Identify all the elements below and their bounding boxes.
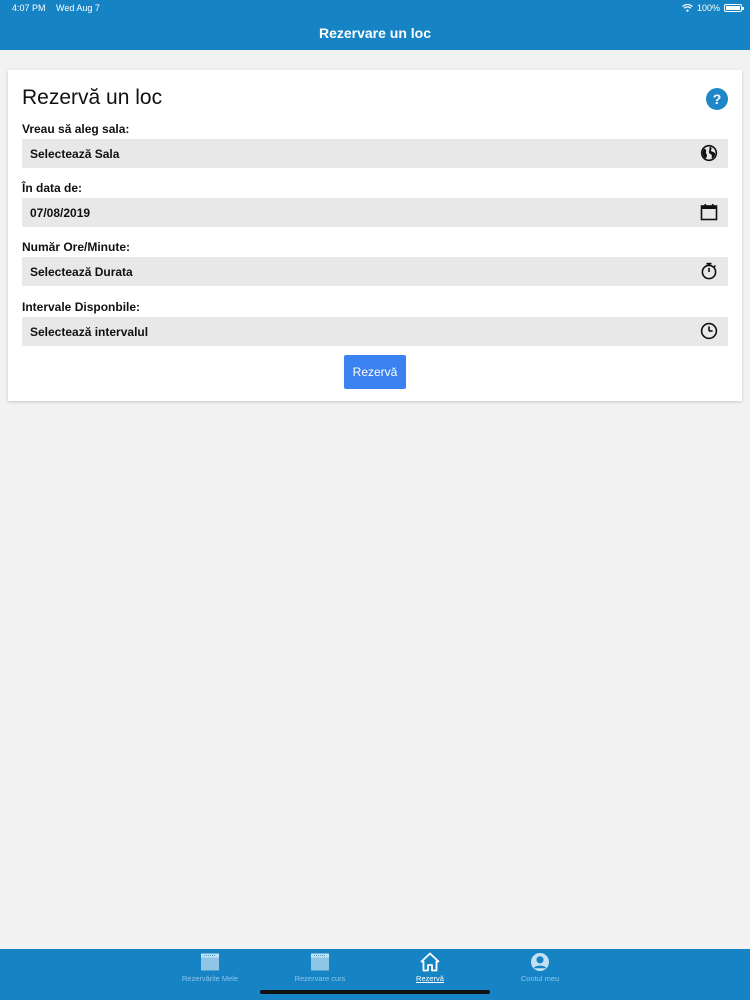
- tab-label: Contul meu: [520, 974, 560, 983]
- duration-value: Selectează Durata: [30, 265, 133, 279]
- date-field[interactable]: 07/08/2019: [22, 198, 728, 227]
- home-icon: [420, 952, 440, 972]
- status-bar-left: 4:07 PM Wed Aug 7: [12, 3, 108, 13]
- tab-reserve[interactable]: Rezervă: [375, 952, 485, 983]
- duration-select[interactable]: Selectează Durata: [22, 257, 728, 286]
- status-date: Wed Aug 7: [56, 3, 100, 13]
- tab-label: Rezervă: [416, 974, 444, 983]
- interval-select[interactable]: Selectează intervalul: [22, 317, 728, 346]
- clock-icon: [700, 322, 718, 340]
- globe-icon: [700, 144, 718, 162]
- screen: 4:07 PM Wed Aug 7 100% Rezervare un loc …: [0, 0, 750, 1000]
- room-label: Vreau să aleg sala:: [22, 122, 130, 136]
- home-indicator: [260, 990, 490, 994]
- date-value: 07/08/2019: [30, 206, 91, 220]
- calendar-tab-icon: [201, 953, 219, 971]
- tab-my-reservations[interactable]: Rezervările Mele: [155, 952, 265, 983]
- room-value: Selectează Sala: [30, 147, 120, 161]
- interval-label: Intervale Disponbile:: [22, 300, 141, 314]
- interval-value: Selectează intervalul: [30, 325, 149, 339]
- tab-course-reservation[interactable]: Rezervare curs: [265, 952, 375, 983]
- tab-label: Rezervările Mele: [181, 974, 239, 983]
- battery-icon: [724, 4, 744, 12]
- calendar-icon: [700, 204, 718, 221]
- battery-percent: 100%: [696, 3, 720, 13]
- duration-label: Număr Ore/Minute:: [22, 240, 131, 254]
- reserve-button[interactable]: Rezervă: [344, 355, 406, 389]
- status-time: 4:07 PM: [12, 3, 46, 13]
- status-bar-right: 100%: [682, 3, 744, 13]
- reservation-card: Rezervă un loc ? Vreau să aleg sala: Sel…: [8, 70, 742, 401]
- battery-fill: [726, 6, 740, 10]
- form-title: Rezervă un loc: [22, 86, 163, 109]
- help-button[interactable]: ?: [706, 88, 728, 110]
- tab-label: Rezervare curs: [294, 974, 346, 983]
- top-bar: 4:07 PM Wed Aug 7 100% Rezervare un loc: [0, 0, 750, 50]
- user-icon: [531, 953, 549, 971]
- wifi-icon: [682, 4, 693, 12]
- calendar-tab-icon: [311, 953, 329, 971]
- tab-my-account[interactable]: Contul meu: [485, 952, 595, 983]
- stopwatch-icon: [701, 262, 717, 280]
- room-select[interactable]: Selectează Sala: [22, 139, 728, 168]
- date-label: În data de:: [22, 181, 83, 195]
- nav-title: Rezervare un loc: [318, 25, 432, 41]
